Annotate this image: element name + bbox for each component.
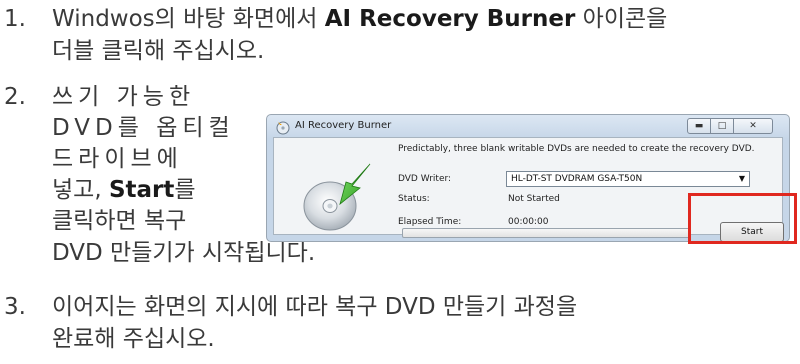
maximize-button[interactable]: □ [710, 118, 734, 134]
step-text: 쓰기 가능한 [52, 84, 196, 110]
dvd-writer-select[interactable]: HL-DT-ST DVDRAM GSA-T50N ▼ [506, 171, 750, 187]
step-text: 이어지는 화면의 지시에 따라 복구 DVD 만들기 과정을 [52, 294, 578, 320]
status-label: Status: [398, 194, 430, 204]
step-text: 넣고, [52, 177, 109, 203]
step-2-continuation: DVD 만들기가 시작됩니다. [0, 238, 800, 270]
elapsed-time-label: Elapsed Time: [398, 217, 462, 227]
start-word: Start [108, 177, 175, 203]
window-title: AI Recovery Burner [295, 120, 392, 131]
step-text: 더블 클릭해 주십시오. [52, 38, 265, 64]
step-number: 3. [4, 294, 26, 320]
close-button[interactable]: ✕ [733, 118, 773, 134]
step-3: 3. 이어지는 화면의 지시에 따라 복구 DVD 만들기 과정을 완료해 주십… [0, 290, 800, 360]
step-text: 를 [174, 177, 196, 203]
minimize-button[interactable]: ▬ [687, 118, 711, 134]
app-icon [276, 121, 290, 135]
step-text: 완료해 주십시오. [52, 326, 215, 352]
start-button-highlight [688, 193, 797, 244]
maximize-icon: □ [717, 121, 727, 131]
step-text: 아이콘을 [575, 6, 668, 32]
step-text: 드라이브에 [52, 146, 183, 172]
app-name: AI Recovery Burner [324, 6, 576, 32]
step-text: 클릭하면 복구 [52, 208, 187, 234]
dvd-writer-value: HL-DT-ST DVDRAM GSA-T50N [511, 174, 643, 184]
step-text-line: Windwos의 바탕 화면에서 AI Recovery Burner 아이콘을 [52, 4, 667, 34]
minimize-icon: ▬ [694, 121, 704, 131]
chevron-down-icon: ▼ [738, 174, 745, 183]
step-text: DVD 만들기가 시작됩니다. [52, 240, 316, 266]
step-text: Windwos의 바탕 화면에서 [52, 6, 325, 32]
dvd-disc-icon [303, 163, 371, 231]
step-1: 1. Windwos의 바탕 화면에서 AI Recovery Burner 아… [0, 4, 800, 68]
step-text-line: 넣고, Start를 [52, 175, 196, 205]
step-text: DVD를 옵티컬 [52, 115, 235, 141]
status-value: Not Started [508, 194, 560, 204]
step-number: 1. [4, 6, 26, 32]
burn-progress-bar [402, 228, 690, 238]
close-icon: ✕ [749, 121, 757, 131]
instruction-message: Predictably, three blank writable DVDs a… [398, 144, 755, 154]
elapsed-time-value: 00:00:00 [508, 217, 549, 227]
dvd-writer-label: DVD Writer: [398, 174, 452, 184]
step-number: 2. [4, 84, 26, 110]
